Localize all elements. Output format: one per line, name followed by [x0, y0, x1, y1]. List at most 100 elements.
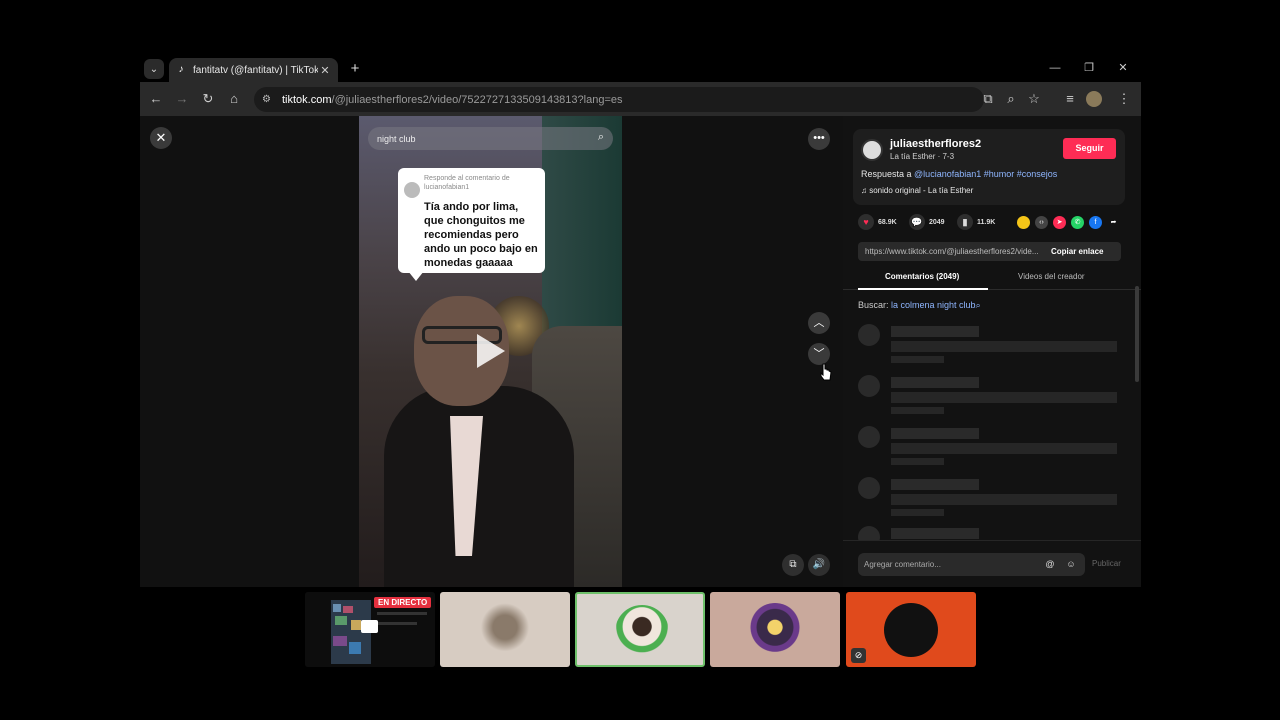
- search-icon: ⌕: [975, 300, 981, 310]
- comments-scrollbar[interactable]: [1135, 286, 1139, 382]
- share-url[interactable]: https://www.tiktok.com/@juliaestherflore…: [865, 247, 1045, 256]
- video-search-text: night club: [377, 133, 416, 144]
- home-icon[interactable]: ⌂: [224, 89, 244, 109]
- comment-skeleton: [858, 526, 1118, 540]
- tab-creator-videos[interactable]: Videos del creador: [1018, 272, 1085, 281]
- participant-tile[interactable]: [440, 592, 570, 667]
- tiktok-favicon-icon: ♪: [178, 64, 184, 75]
- media-control-icon[interactable]: ≡: [1060, 89, 1080, 109]
- minimize-button[interactable]: —: [1040, 58, 1070, 78]
- author-avatar[interactable]: [861, 139, 883, 161]
- camera-off-icon: ⊘: [851, 648, 866, 663]
- back-icon[interactable]: ←: [146, 89, 166, 109]
- bookmark-star-icon[interactable]: ☆: [1024, 89, 1044, 109]
- more-options-button[interactable]: •••: [808, 128, 830, 150]
- details-panel: juliaestherflores2 La tía Esther · 7-3 S…: [843, 116, 1141, 587]
- floating-player-button[interactable]: ⧉: [782, 554, 804, 576]
- send-share-icon[interactable]: ➤: [1053, 216, 1066, 229]
- zoom-icon[interactable]: ⌕: [1001, 89, 1021, 109]
- comment-stat[interactable]: 💬 2049: [909, 214, 945, 230]
- mouse-cursor-icon: [820, 363, 832, 381]
- comment-composer: Agregar comentario... @ ☺ Publicar: [843, 540, 1141, 587]
- music-note-icon: ♫: [861, 186, 870, 195]
- browser-tab-active[interactable]: ♪ fantitatv (@fantitatv) | TikTok ✕: [169, 58, 338, 82]
- video-search-bar[interactable]: night club ⌕: [368, 127, 613, 150]
- publish-button[interactable]: Publicar: [1092, 559, 1121, 568]
- emoji-icon[interactable]: ☺: [1065, 558, 1077, 570]
- tab-strip: ⌄ ♪ fantitatv (@fantitatv) | TikTok ✕ + …: [140, 56, 1141, 82]
- sound-link[interactable]: ♫ sonido original - La tía Esther: [861, 186, 973, 195]
- suggested-search[interactable]: Buscar: la colmena night club⌕: [858, 300, 981, 311]
- bookmark-icon: ▮: [957, 214, 973, 230]
- author-subtitle: La tía Esther · 7-3: [890, 152, 955, 161]
- reply-comment-card: Responde al comentario de lucianofabian1…: [398, 168, 545, 281]
- reply-meta: Responde al comentario de lucianofabian1: [424, 175, 510, 191]
- follow-button[interactable]: Seguir: [1063, 138, 1116, 159]
- url-path: /@juliaestherflores2/video/7522727133509…: [331, 93, 623, 106]
- commenter-avatar: [404, 182, 420, 198]
- mention-icon[interactable]: @: [1044, 558, 1056, 570]
- site-info-icon[interactable]: ⚙: [262, 94, 278, 105]
- profile-avatar-icon[interactable]: [1086, 91, 1102, 107]
- copy-link-button[interactable]: Copiar enlace: [1051, 247, 1103, 256]
- restore-button[interactable]: ❐: [1074, 58, 1104, 78]
- play-icon[interactable]: [477, 334, 505, 368]
- volume-button[interactable]: 🔊: [808, 554, 830, 576]
- comment-skeleton: [858, 426, 1118, 466]
- search-icon: ⌕: [597, 131, 604, 143]
- heart-icon: ♥: [858, 214, 874, 230]
- call-participants-strip: EN DIRECTO ⊘: [305, 592, 976, 667]
- facebook-share-icon[interactable]: f: [1089, 216, 1102, 229]
- previous-video-button[interactable]: ︿: [808, 312, 830, 334]
- url-domain: tiktok.com: [282, 93, 332, 106]
- caption-mention[interactable]: @lucianofabian1: [914, 169, 981, 179]
- author-card: juliaestherflores2 La tía Esther · 7-3 S…: [853, 129, 1125, 205]
- tiktok-page: ✕ night club ⌕ Responde al comentario de…: [140, 116, 1141, 587]
- participant-tile[interactable]: [710, 592, 840, 667]
- comment-skeleton: [858, 324, 1118, 364]
- engagement-stats: ♥ 68.9K 💬 2049 ▮ 11.9K ‹› ➤ ✆ f ➦: [853, 214, 1125, 234]
- presenting-icon: [361, 620, 378, 633]
- install-app-icon[interactable]: ⧉: [978, 89, 998, 109]
- author-name[interactable]: juliaestherflores2: [890, 138, 981, 150]
- participant-tile-screen-share[interactable]: EN DIRECTO: [305, 592, 435, 667]
- participant-avatar: [884, 603, 938, 657]
- share-url-box: https://www.tiktok.com/@juliaestherflore…: [858, 242, 1121, 261]
- embed-share-icon[interactable]: ‹›: [1035, 216, 1048, 229]
- tab-title: fantitatv (@fantitatv) | TikTok: [193, 64, 318, 76]
- participant-avatar: [615, 605, 669, 659]
- tab-search-button[interactable]: ⌄: [144, 59, 164, 79]
- participant-avatar: [478, 603, 532, 657]
- video-player[interactable]: night club ⌕ Responde al comentario de l…: [359, 116, 622, 587]
- tab-active-indicator: [858, 288, 988, 290]
- next-video-button[interactable]: ﹀: [808, 343, 830, 365]
- browser-menu-icon[interactable]: ⋮: [1114, 89, 1134, 109]
- new-tab-button[interactable]: +: [345, 59, 365, 79]
- share-arrow-icon[interactable]: ➦: [1107, 216, 1120, 229]
- forward-icon[interactable]: →: [172, 89, 192, 109]
- reply-text: Tía ando por lima, que chonguitos me rec…: [424, 201, 538, 269]
- panel-tabs: Comentarios (2049) Videos del creador: [843, 268, 1141, 290]
- window-close-button[interactable]: ✕: [1108, 58, 1138, 78]
- coin-share-icon[interactable]: [1017, 216, 1030, 229]
- tab-comments[interactable]: Comentarios (2049): [885, 272, 959, 281]
- like-stat[interactable]: ♥ 68.9K: [858, 214, 897, 230]
- browser-toolbar: ← → ↻ ⌂ ⚙ tiktok.com/@juliaestherflores2…: [140, 82, 1141, 116]
- participant-avatar: [748, 603, 802, 657]
- reload-icon[interactable]: ↻: [198, 89, 218, 109]
- save-stat[interactable]: ▮ 11.9K: [957, 214, 995, 230]
- tab-close-icon[interactable]: ✕: [318, 64, 332, 77]
- caption-hashtags[interactable]: #humor #consejos: [981, 169, 1058, 179]
- comment-skeleton: [858, 375, 1118, 415]
- participant-tile-muted[interactable]: ⊘: [846, 592, 976, 667]
- video-caption: Respuesta a @lucianofabian1 #humor #cons…: [861, 169, 1058, 179]
- participant-tile-speaking[interactable]: [575, 592, 705, 667]
- address-bar[interactable]: ⚙ tiktok.com/@juliaestherflores2/video/7…: [254, 87, 984, 112]
- comment-skeleton: [858, 477, 1118, 517]
- live-badge: EN DIRECTO: [374, 597, 432, 608]
- suggested-search-query[interactable]: la colmena night club: [891, 300, 976, 310]
- whatsapp-share-icon[interactable]: ✆: [1071, 216, 1084, 229]
- browser-window: ⌄ ♪ fantitatv (@fantitatv) | TikTok ✕ + …: [140, 56, 1141, 587]
- comment-icon: 💬: [909, 214, 925, 230]
- close-video-button[interactable]: ✕: [150, 127, 172, 149]
